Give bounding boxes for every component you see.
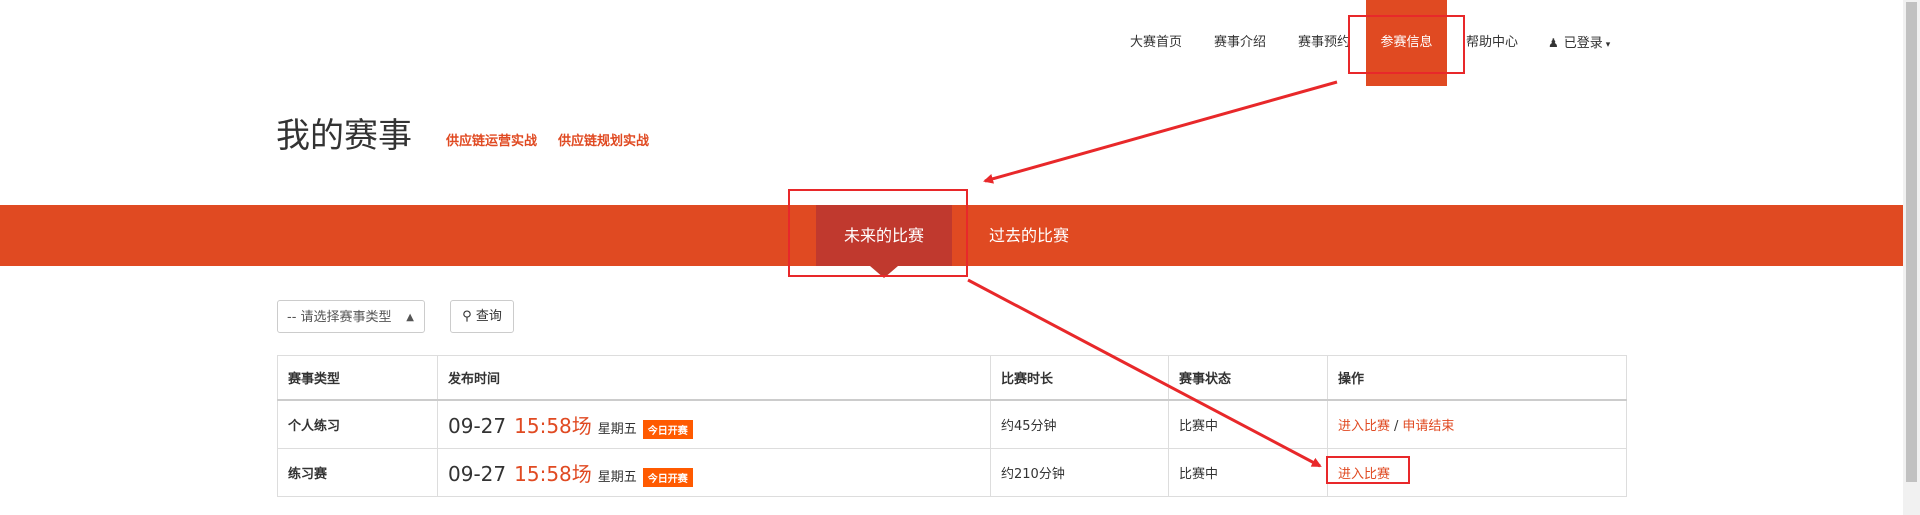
active-tab-pointer — [870, 266, 898, 278]
cell-duration: 约45分钟 — [990, 399, 1169, 449]
weekday: 星期五 — [597, 422, 637, 437]
cell-status: 比赛中 — [1168, 399, 1328, 449]
table-row: 练习赛 09-27 15:58场 星期五 今日开赛 约210分钟 比赛中 进入比赛 — [277, 448, 1627, 497]
header-status: 赛事状态 — [1168, 355, 1328, 401]
table-row: 个人练习 09-27 15:58场 星期五 今日开赛 约45分钟 比赛中 进入比赛 / 申… — [277, 399, 1627, 449]
header-duration: 比赛时长 — [990, 355, 1169, 401]
date: 09-27 — [448, 414, 507, 438]
tab-past-matches[interactable]: 过去的比赛 — [968, 205, 1090, 266]
category-link-operations[interactable]: 供应链运营实战 — [446, 130, 537, 149]
search-icon: ⚲ — [462, 309, 472, 324]
cell-publish-time: 09-27 15:58场 星期五 今日开赛 — [437, 399, 991, 449]
scrollbar[interactable] — [1903, 0, 1920, 515]
cell-duration: 约210分钟 — [990, 448, 1169, 497]
select-arrows-icon: ▲︎ — [406, 312, 414, 323]
annotation-arrow-1 — [983, 80, 1338, 184]
date: 09-27 — [448, 462, 507, 486]
time: 15:58场 — [514, 462, 592, 486]
header-type: 赛事类型 — [277, 355, 438, 401]
scrollbar-thumb[interactable] — [1906, 2, 1917, 482]
action-separator: / — [1394, 419, 1399, 434]
time: 15:58场 — [514, 414, 592, 438]
cell-type: 练习赛 — [277, 448, 438, 497]
cell-status: 比赛中 — [1168, 448, 1328, 497]
query-button[interactable]: ⚲ 查询 — [450, 300, 514, 333]
caret-down-icon: ▾ — [1605, 40, 1611, 50]
enter-match-link[interactable]: 进入比赛 — [1338, 467, 1390, 482]
nav-item-help[interactable]: 帮助中心 — [1466, 0, 1518, 86]
today-badge: 今日开赛 — [642, 468, 693, 487]
cell-actions: 进入比赛 — [1327, 448, 1627, 497]
nav-item-home[interactable]: 大赛首页 — [1130, 0, 1182, 86]
events-table: 赛事类型 发布时间 比赛时长 赛事状态 操作 个人练习 09-27 15:58场星… — [277, 355, 1627, 497]
match-type-select[interactable]: -- 请选择赛事类型 ▲︎ — [277, 300, 425, 333]
nav-item-intro[interactable]: 赛事介绍 — [1214, 0, 1266, 86]
top-nav: 大赛首页 赛事介绍 赛事预约 参赛信息 帮助中心 ♟ 已登录 ▾ — [0, 0, 1903, 86]
today-badge: 今日开赛 — [642, 420, 693, 439]
cell-actions: 进入比赛 / 申请结束 — [1327, 399, 1627, 449]
user-menu-label: 已登录 — [1563, 36, 1603, 51]
weekday: 星期五 — [597, 470, 637, 485]
page-title: 我的赛事 — [276, 116, 412, 156]
user-menu[interactable]: ♟ 已登录 ▾ — [1548, 0, 1610, 86]
user-icon: ♟ — [1548, 36, 1559, 50]
match-type-select-value: -- 请选择赛事类型 — [287, 310, 392, 325]
category-link-planning[interactable]: 供应链规划实战 — [558, 130, 649, 149]
tab-future-matches[interactable]: 未来的比赛 — [816, 205, 952, 266]
cell-type: 个人练习 — [277, 399, 438, 449]
tab-band: 未来的比赛 过去的比赛 — [0, 205, 1903, 278]
query-button-label: 查询 — [475, 309, 502, 324]
nav-item-participation[interactable]: 参赛信息 — [1366, 0, 1447, 86]
enter-match-link[interactable]: 进入比赛 — [1338, 419, 1390, 434]
header-actions: 操作 — [1327, 355, 1627, 401]
nav-item-booking[interactable]: 赛事预约 — [1298, 0, 1350, 86]
request-end-link[interactable]: 申请结束 — [1402, 419, 1454, 434]
header-publish-time: 发布时间 — [437, 355, 991, 401]
cell-publish-time: 09-27 15:58场 星期五 今日开赛 — [437, 448, 991, 497]
table-header-row: 赛事类型 发布时间 比赛时长 赛事状态 操作 — [277, 355, 1627, 401]
